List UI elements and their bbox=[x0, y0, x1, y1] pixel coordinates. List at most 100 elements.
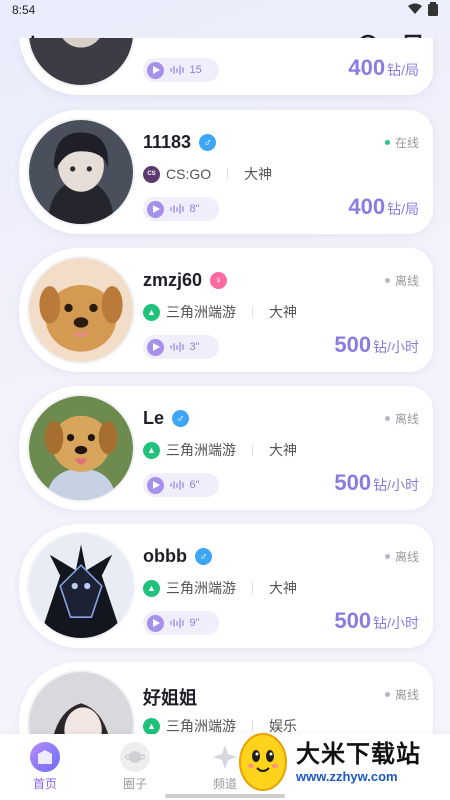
waveform-icon bbox=[170, 480, 184, 490]
game-row: CS CS:GO 大神 bbox=[143, 164, 272, 184]
price-unit: 钻/小时 bbox=[373, 339, 419, 355]
avatar bbox=[29, 120, 133, 224]
planet-icon bbox=[120, 742, 150, 772]
voice-duration: 9" bbox=[189, 617, 200, 629]
price-unit: 钻/局 bbox=[387, 62, 419, 78]
delta-force-icon: ▲ bbox=[143, 441, 160, 459]
online-status: 离线 bbox=[384, 548, 419, 565]
player-name-row: obbb ♂ bbox=[143, 546, 212, 567]
site-watermark: 大米下载站 www.zzhyw.com bbox=[236, 724, 446, 794]
voice-duration: 8" bbox=[189, 203, 200, 215]
divider bbox=[252, 444, 253, 456]
avatar bbox=[29, 258, 133, 362]
voice-duration: 6" bbox=[189, 479, 200, 491]
game-row: ▲ 三角洲端游 大神 bbox=[143, 440, 297, 460]
divider bbox=[252, 306, 253, 318]
player-rank: 大神 bbox=[269, 442, 297, 458]
online-status: 在线 bbox=[384, 134, 419, 151]
delta-force-icon: ▲ bbox=[143, 579, 160, 597]
price: 500 钻/小时 bbox=[334, 332, 419, 358]
player-rank: 大神 bbox=[244, 166, 273, 182]
price-unit: 钻/小时 bbox=[373, 477, 419, 493]
player-name: obbb bbox=[143, 546, 187, 566]
game-row: ▲ 三角洲端游 大神 bbox=[143, 578, 297, 598]
voice-intro-button[interactable]: 15 bbox=[143, 58, 219, 82]
delta-force-icon: ▲ bbox=[143, 303, 160, 321]
home-icon bbox=[30, 742, 60, 772]
voice-intro-button[interactable]: 8" bbox=[143, 197, 219, 221]
status-dot bbox=[384, 278, 390, 283]
egg-mascot-logo bbox=[239, 733, 287, 791]
watermark-text: 大米下载站 www.zzhyw.com bbox=[296, 734, 421, 784]
player-name-row: 好姐姐 bbox=[143, 684, 197, 710]
status-text: 在线 bbox=[394, 136, 419, 150]
player-list[interactable]: 15 400 钻/局 11183 ♂ 在线 CS CS:GO 大神 8" 400… bbox=[0, 38, 450, 738]
price-unit: 钻/小时 bbox=[373, 615, 419, 631]
game-name: 三角洲端游 bbox=[166, 580, 236, 596]
voice-intro-button[interactable]: 6" bbox=[143, 473, 219, 497]
voice-duration: 15 bbox=[189, 64, 202, 76]
status-text: 离线 bbox=[394, 274, 419, 288]
price: 500 钻/小时 bbox=[334, 608, 419, 634]
player-name: zmzj60 bbox=[143, 270, 203, 290]
nav-circle[interactable]: 圈子 bbox=[90, 742, 180, 792]
price-value: 400 bbox=[348, 55, 386, 80]
status-text: 离线 bbox=[394, 412, 419, 426]
voice-intro-button[interactable]: 3" bbox=[143, 335, 219, 359]
price: 400 钻/局 bbox=[348, 194, 419, 220]
game-name: CS:GO bbox=[166, 166, 212, 182]
voice-intro-button[interactable]: 9" bbox=[143, 611, 219, 635]
player-rank: 大神 bbox=[269, 580, 297, 596]
wifi-icon bbox=[408, 3, 422, 18]
home-indicator[interactable] bbox=[165, 794, 285, 798]
price-value: 500 bbox=[334, 608, 372, 633]
player-name-row: Le ♂ bbox=[143, 408, 190, 429]
avatar bbox=[29, 534, 133, 638]
player-name: 11183 bbox=[143, 132, 192, 152]
price-value: 500 bbox=[334, 470, 372, 495]
price-value: 400 bbox=[348, 194, 386, 219]
voice-duration: 3" bbox=[189, 341, 200, 353]
waveform-icon bbox=[170, 342, 184, 352]
waveform-icon bbox=[170, 65, 184, 75]
waveform-icon bbox=[170, 618, 184, 628]
divider bbox=[227, 168, 229, 180]
price-unit: 钻/局 bbox=[387, 201, 419, 217]
game-name: 三角洲端游 bbox=[166, 442, 236, 458]
divider bbox=[252, 582, 253, 594]
player-card[interactable]: 15 400 钻/局 bbox=[19, 38, 433, 95]
status-bar: 8:54 bbox=[0, 0, 450, 20]
play-icon bbox=[147, 338, 164, 356]
nav-circle-label: 圈子 bbox=[122, 777, 147, 791]
csgo-icon: CS bbox=[143, 165, 160, 183]
delta-force-icon: ▲ bbox=[143, 717, 160, 735]
battery-icon bbox=[428, 1, 438, 19]
player-rank: 大神 bbox=[269, 304, 297, 320]
player-card[interactable]: Le ♂ 离线 ▲ 三角洲端游 大神 6" 500 钻/小时 bbox=[19, 386, 433, 510]
play-icon bbox=[147, 476, 164, 494]
player-card[interactable]: zmzj60 ♀ 离线 ▲ 三角洲端游 大神 3" 500 钻/小时 bbox=[19, 248, 433, 372]
status-dot bbox=[384, 416, 390, 421]
male-icon: ♂ bbox=[199, 134, 217, 151]
nav-home[interactable]: 首页 bbox=[0, 742, 90, 792]
status-text: 离线 bbox=[394, 688, 419, 702]
online-status: 离线 bbox=[384, 410, 419, 427]
player-card[interactable]: obbb ♂ 离线 ▲ 三角洲端游 大神 9" 500 钻/小时 bbox=[19, 524, 433, 648]
player-name: 好姐姐 bbox=[143, 688, 197, 708]
player-card[interactable]: 11183 ♂ 在线 CS CS:GO 大神 8" 400 钻/局 bbox=[19, 110, 433, 234]
game-row: ▲ 三角洲端游 大神 bbox=[143, 302, 297, 322]
watermark-url: www.zzhyw.com bbox=[296, 769, 398, 784]
avatar bbox=[29, 38, 133, 85]
nav-home-label: 首页 bbox=[32, 777, 57, 791]
game-name: 三角洲端游 bbox=[166, 304, 236, 320]
avatar bbox=[29, 396, 133, 500]
play-icon bbox=[147, 61, 164, 79]
nav-channel-label: 频道 bbox=[212, 777, 237, 791]
status-dot bbox=[384, 692, 390, 697]
player-name: Le bbox=[143, 408, 165, 428]
status-dot bbox=[384, 554, 390, 559]
avatar bbox=[29, 672, 133, 738]
status-text: 离线 bbox=[394, 550, 419, 564]
play-icon bbox=[147, 200, 164, 218]
price: 500 钻/小时 bbox=[334, 470, 419, 496]
